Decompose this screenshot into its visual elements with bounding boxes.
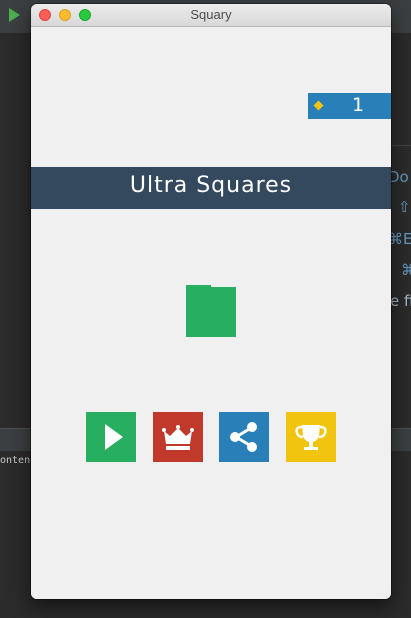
share-button[interactable] xyxy=(219,412,269,462)
score-value: 1 xyxy=(352,94,365,116)
green-square-logo xyxy=(186,285,236,337)
diamond-icon xyxy=(313,100,324,111)
ide-text-fragment: ⌘ xyxy=(401,261,411,279)
ide-text-fragment: e fi xyxy=(390,292,411,310)
window-titlebar[interactable]: Squary xyxy=(31,4,391,27)
ide-text-fragment: ⇧ xyxy=(398,198,411,216)
play-button[interactable] xyxy=(86,412,136,462)
play-icon xyxy=(105,424,123,450)
leaderboard-button[interactable] xyxy=(153,412,203,462)
run-icon[interactable] xyxy=(9,8,20,22)
title-banner: Ultra Squares xyxy=(31,167,391,209)
window-title: Squary xyxy=(190,7,232,22)
ide-text-fragment: Do xyxy=(388,168,409,186)
share-icon xyxy=(230,422,257,452)
achievements-button[interactable] xyxy=(286,412,336,462)
app-window: Squary 1 Ultra Squares xyxy=(31,4,391,599)
crown-icon xyxy=(162,425,194,450)
trophy-icon xyxy=(295,425,327,450)
score-badge: 1 xyxy=(308,93,391,119)
console-text: onten xyxy=(0,455,31,466)
ide-text-fragment: ⌘E xyxy=(388,230,411,248)
game-canvas: 1 Ultra Squares xyxy=(31,27,391,599)
game-title: Ultra Squares xyxy=(129,173,293,198)
